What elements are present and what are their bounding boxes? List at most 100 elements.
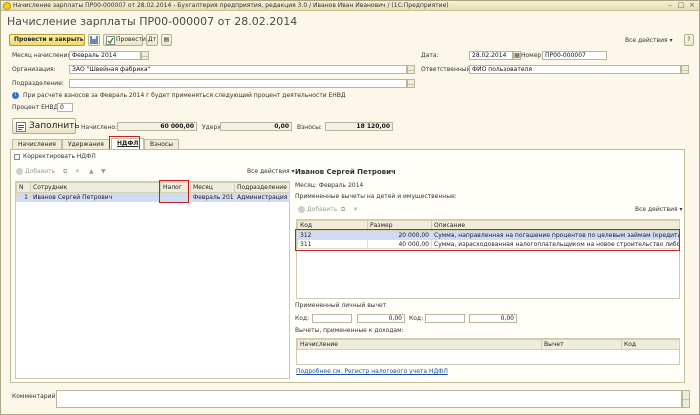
save-icon[interactable] — [88, 34, 100, 46]
ndfl-table-header: N Сотрудник Налог Месяц Подразделение — [16, 182, 290, 193]
income-table-header: Начисление Вычет Код — [297, 339, 680, 350]
post-icon — [106, 36, 115, 45]
col-income-code[interactable]: Код — [621, 339, 680, 350]
deductions-table-container: Код Размер Описание 312 20 000,00 Сумма,… — [296, 219, 680, 299]
report-icon[interactable]: ▤ — [161, 34, 172, 46]
personal-amount-1[interactable]: 0,00 — [357, 314, 405, 323]
row-month: Февраль 2014 — [190, 192, 235, 202]
income-deductions-table: Начисление Вычет Код — [297, 339, 680, 350]
delete-icon[interactable]: ✕ — [75, 167, 80, 176]
date-field[interactable]: 28.02.2014 — [469, 51, 513, 60]
comment-label: Комментарий: — [12, 393, 58, 400]
app-window: Начисление зарплаты ПР00-000007 от 28.02… — [0, 0, 700, 415]
ndfl-add-button[interactable]: Добавить — [16, 167, 55, 176]
col-tax[interactable]: Налог — [160, 182, 191, 193]
post-button-label: Провести — [116, 36, 146, 43]
responsible-label: Ответственный: — [421, 66, 473, 73]
tab-deductions[interactable]: Удержания — [62, 139, 110, 149]
deductions-table: Код Размер Описание 312 20 000,00 Сумма,… — [297, 220, 680, 249]
post-button[interactable]: Провести — [103, 34, 146, 46]
close-icon[interactable]: × — [687, 2, 697, 10]
col-month[interactable]: Месяц — [190, 182, 235, 193]
accrued-value: 60 000,00 — [117, 122, 197, 131]
col-deduction[interactable]: Вычет — [541, 339, 622, 350]
fill-button[interactable]: Заполнить — [12, 118, 80, 134]
minimize-icon[interactable]: – — [665, 2, 675, 10]
row-size: 40 000,00 — [367, 239, 432, 249]
calendar-icon[interactable]: ▦ — [513, 51, 521, 60]
row-description: Сумма, израсходованная налогоплательщико… — [431, 239, 680, 249]
col-n[interactable]: N — [16, 182, 31, 193]
maximize-icon[interactable]: □ — [676, 2, 686, 10]
withheld-value: 0,00 — [220, 122, 292, 131]
post-and-close-button[interactable]: Провести и закрыть — [9, 34, 85, 46]
month-field[interactable]: Февраль 2014 — [69, 51, 141, 60]
correct-ndfl-checkbox[interactable] — [14, 154, 20, 160]
col-department[interactable]: Подразделение — [234, 182, 290, 193]
income-deductions-title: Вычеты, примененные к доходам: — [295, 327, 404, 334]
copy-icon[interactable]: ⧉ — [341, 205, 345, 214]
all-actions-menu[interactable]: Все действия ▾ — [625, 36, 673, 45]
deductions-add-label: Добавить — [307, 206, 338, 213]
deductions-title: Примененные вычеты на детей и имуществен… — [295, 193, 457, 200]
copy-icon[interactable]: ⧉ — [63, 167, 67, 176]
tab-contributions[interactable]: Взносы — [144, 139, 179, 149]
contributions-value: 18 120,00 — [325, 122, 393, 131]
col-description[interactable]: Описание — [431, 220, 680, 231]
organization-select-icon[interactable]: … — [407, 65, 415, 74]
month-picker-icon[interactable]: … — [141, 51, 149, 60]
ndfl-table-container: N Сотрудник Налог Месяц Подразделение 1 … — [15, 181, 290, 379]
ndfl-add-label: Добавить — [25, 168, 56, 175]
envd-percent-field[interactable]: 0 — [57, 103, 73, 112]
debit-credit-icon[interactable]: Дт — [146, 34, 158, 46]
row-description: Сумма, направленная на погашение процент… — [431, 230, 680, 240]
tab-ndfl[interactable]: НДФЛ — [111, 138, 145, 149]
detail-month: Месяц: Февраль 2014 — [295, 182, 364, 189]
organization-label: Организация: — [12, 66, 56, 73]
deductions-all-actions-menu[interactable]: Все действия ▾ — [635, 205, 683, 214]
department-select-icon[interactable]: … — [407, 79, 415, 88]
month-label: Месяц начисления: — [12, 52, 74, 59]
row-employee: Иванов Сергей Петрович — [30, 192, 161, 202]
row-size: 20 000,00 — [367, 230, 432, 240]
deductions-table-header: Код Размер Описание — [297, 220, 680, 231]
row-department: Администрация — [234, 192, 290, 202]
move-down-icon[interactable]: ▼ — [101, 167, 106, 176]
correct-ndfl-label: Корректировать НДФЛ — [23, 153, 96, 160]
department-field[interactable] — [69, 79, 407, 88]
col-employee[interactable]: Сотрудник — [30, 182, 161, 193]
col-size[interactable]: Размер — [367, 220, 432, 231]
comment-expand-icon[interactable]: … — [682, 390, 690, 408]
col-accrual[interactable]: Начисление — [297, 339, 542, 350]
envd-percent-label: Процент ЕНВД: — [12, 104, 61, 111]
help-icon[interactable]: ? — [684, 34, 694, 46]
date-label: Дата: — [421, 52, 439, 59]
info-icon: i — [12, 92, 19, 99]
ndfl-register-link[interactable]: Подробнее см. Регистр налогового учета Н… — [296, 368, 448, 375]
ndfl-all-actions-menu[interactable]: Все действия ▾ — [247, 167, 295, 176]
personal-code-field-2[interactable] — [425, 314, 465, 323]
responsible-select-icon[interactable]: … — [681, 65, 689, 74]
table-row[interactable]: 311 40 000,00 Сумма, израсходованная нал… — [297, 239, 680, 249]
fill-icon — [16, 122, 26, 132]
col-code[interactable]: Код — [297, 220, 368, 231]
organization-field[interactable]: ЗАО "Швейная фабрика" — [69, 65, 407, 74]
number-field[interactable]: ПР00-000007 — [542, 51, 607, 60]
accrued-label: Начислено: — [81, 124, 118, 131]
personal-code-field-1[interactable] — [312, 314, 352, 323]
table-row[interactable]: 1 Иванов Сергей Петрович Февраль 2014 Ад… — [16, 192, 290, 202]
tab-accruals[interactable]: Начисления — [12, 139, 62, 149]
table-row[interactable]: 312 20 000,00 Сумма, направленная на пог… — [297, 230, 680, 240]
move-up-icon[interactable]: ▲ — [89, 167, 94, 176]
contributions-label: Взносы: — [297, 124, 322, 131]
personal-amount-2[interactable]: 0,00 — [469, 314, 517, 323]
comment-field[interactable] — [56, 390, 682, 408]
personal-deduction-title: Примененный личный вычет — [295, 302, 387, 309]
personal-code-label-2: Код: — [409, 315, 424, 322]
responsible-field[interactable]: ФИО пользователя — [469, 65, 681, 74]
envd-info-text: При расчете взносов за Февраль 2014 г бу… — [23, 92, 346, 99]
row-tax[interactable] — [160, 192, 191, 202]
deductions-add-button[interactable]: Добавить — [298, 205, 337, 214]
app-logo-icon — [3, 2, 11, 10]
delete-icon[interactable]: ✕ — [353, 205, 358, 214]
